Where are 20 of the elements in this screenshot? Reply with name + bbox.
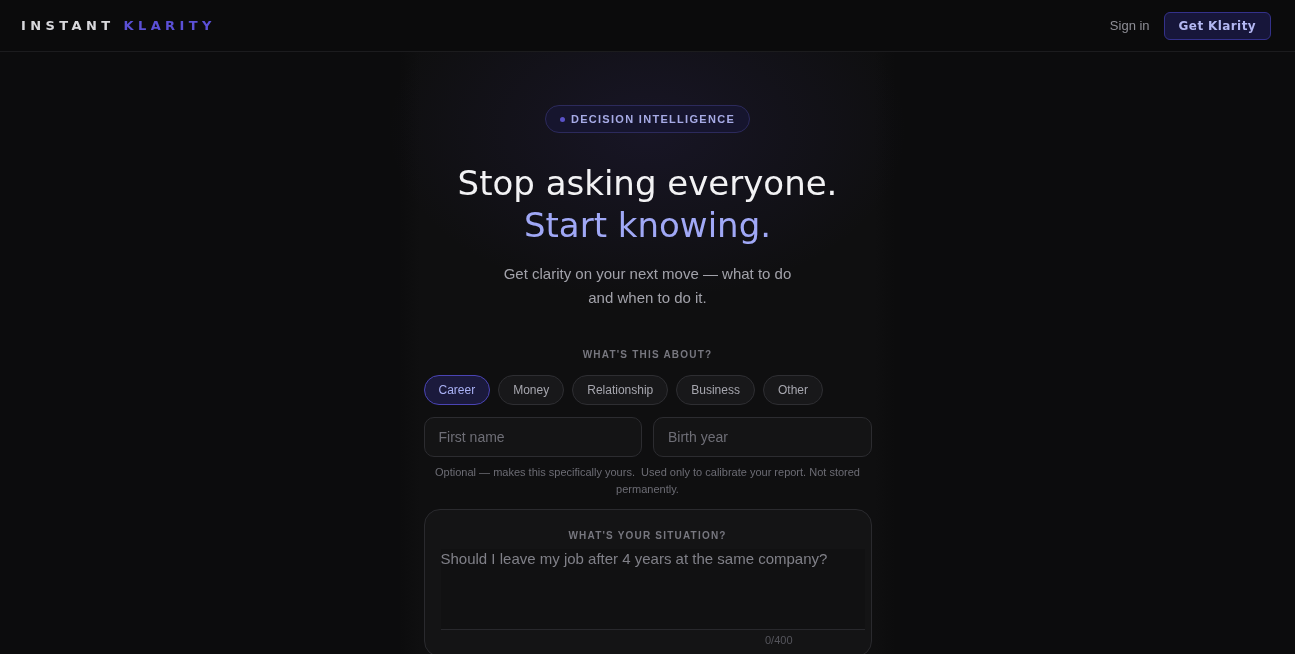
topic-label: WHAT'S THIS ABOUT? bbox=[582, 349, 713, 360]
dot-icon bbox=[559, 116, 565, 122]
situation-input-box[interactable]: WHAT'S YOUR SITUATION? Should I leave my job after 4 years at the same company? 0/400 bbox=[423, 509, 872, 654]
situation-label: WHAT'S YOUR SITUATION? bbox=[567, 530, 728, 541]
logo[interactable]: INSTANT KLARITY bbox=[21, 18, 216, 33]
topic-chip[interactable]: Business bbox=[676, 375, 755, 405]
topic-chip[interactable]: Other bbox=[762, 375, 823, 405]
headline-accent: Start knowing. bbox=[523, 204, 772, 246]
sign-in-link[interactable]: Sign in bbox=[1109, 18, 1150, 33]
topic-chip[interactable]: Money bbox=[498, 375, 565, 405]
character-counter: 0/400 bbox=[764, 634, 793, 646]
text-field[interactable]: Birth year bbox=[653, 417, 872, 457]
headline: Stop asking everyone. bbox=[457, 162, 838, 204]
topic-chip[interactable]: Relationship bbox=[572, 375, 669, 405]
subtitle: Get clarity on your next move — what to do and when to do it. bbox=[502, 264, 793, 308]
privacy-note: Optional — makes this specifically yours. Used only to calibrate your report. Not stored permanently. bbox=[434, 465, 861, 497]
topic-chip[interactable]: Career bbox=[423, 375, 491, 405]
get-klarity-button[interactable]: Get Klarity bbox=[1163, 11, 1271, 40]
badge-label: DECISION INTELLIGENCE bbox=[570, 113, 736, 125]
text-field[interactable]: First name bbox=[423, 417, 642, 457]
